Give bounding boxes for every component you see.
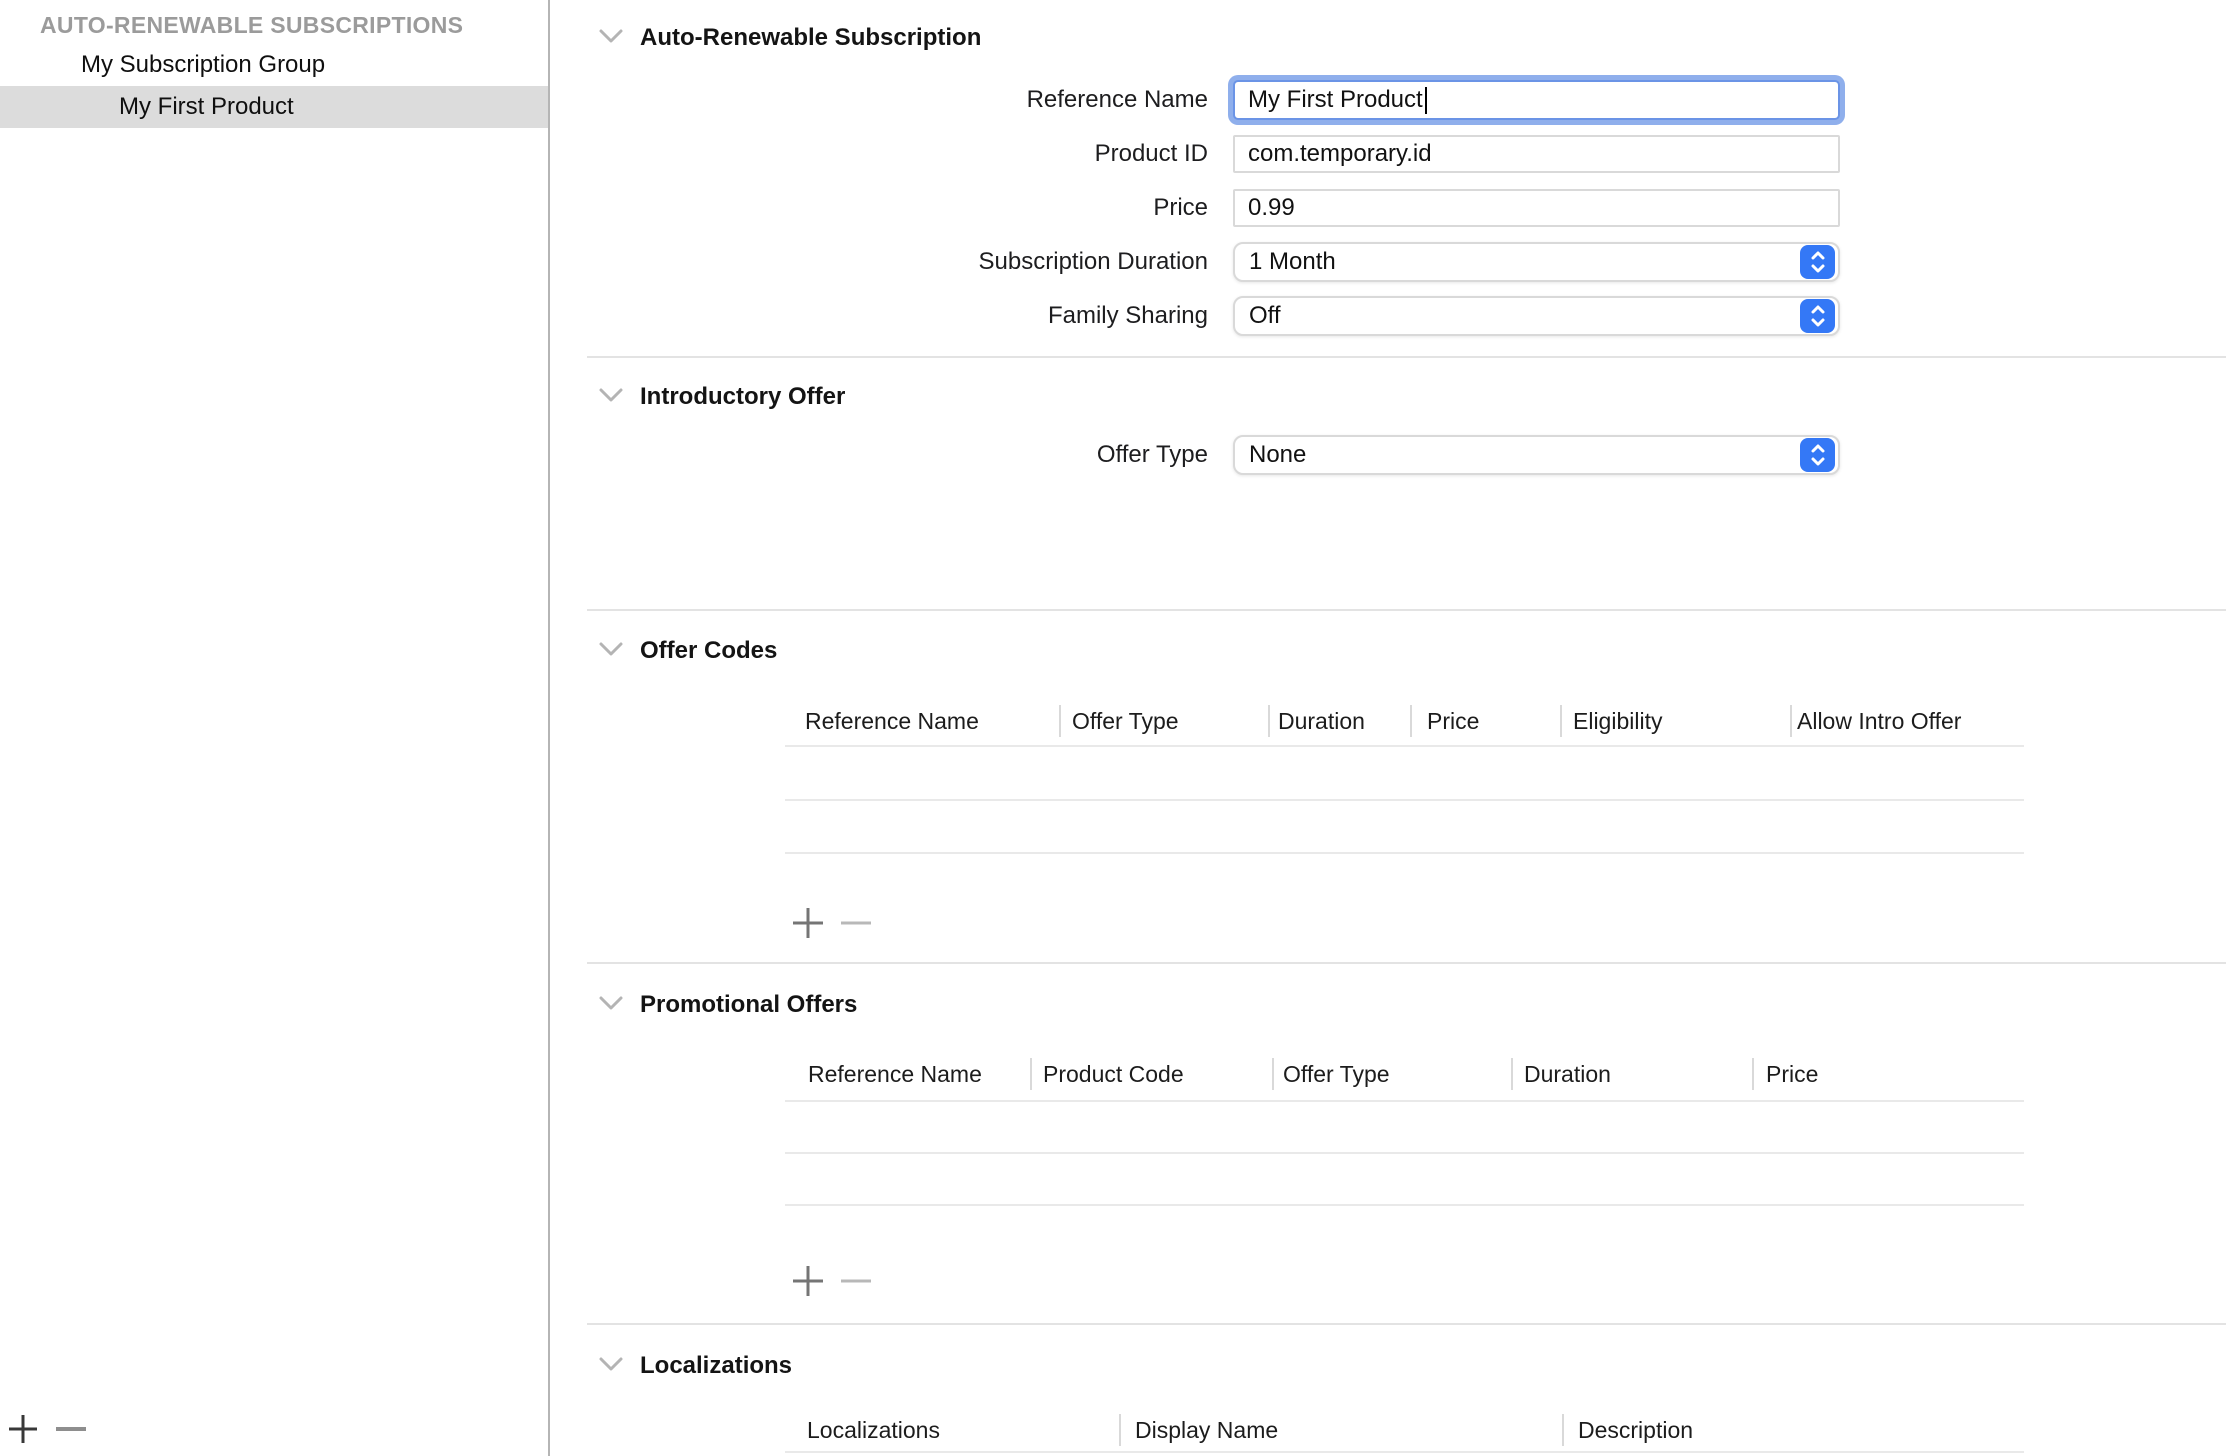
offer-type-label: Offer Type	[600, 435, 1208, 475]
add-offer-code-button[interactable]	[791, 908, 825, 942]
column-header[interactable]: Offer Type	[1283, 1056, 1390, 1092]
section-divider	[587, 1323, 2226, 1325]
column-header[interactable]: Offer Type	[1072, 703, 1179, 739]
section-title: Auto-Renewable Subscription	[640, 24, 981, 52]
remove-product-button[interactable]	[54, 1414, 88, 1448]
family-sharing-value: Off	[1249, 302, 1281, 330]
offer-type-popup[interactable]: None	[1233, 435, 1840, 475]
add-promotional-offer-button[interactable]	[791, 1266, 825, 1300]
disclosure-chevron-icon[interactable]	[598, 386, 624, 408]
popup-updown-chevrons-icon	[1800, 245, 1835, 279]
storekit-subscription-editor: { "sidebar": { "group_header": "AUTO-REN…	[0, 0, 2226, 1456]
column-header[interactable]: Reference Name	[808, 1056, 982, 1092]
text-cursor	[1425, 87, 1427, 114]
popup-updown-chevrons-icon	[1800, 438, 1835, 472]
plus-icon	[8, 1412, 38, 1451]
sidebar-item-label: My Subscription Group	[81, 51, 325, 79]
table-row[interactable]	[785, 747, 2024, 799]
column-separator	[1059, 705, 1061, 737]
section-header-introductory-offer: Introductory Offer	[598, 380, 845, 414]
sidebar-actions	[6, 1414, 88, 1448]
column-header[interactable]: Price	[1427, 703, 1479, 739]
offer-type-value: None	[1249, 441, 1306, 469]
sidebar-item-first-product[interactable]: My First Product	[0, 86, 548, 128]
section-header-localizations: Localizations	[598, 1349, 792, 1383]
section-title: Promotional Offers	[640, 991, 857, 1019]
table-row[interactable]	[785, 801, 2024, 853]
subscription-duration-label: Subscription Duration	[600, 242, 1208, 282]
section-title: Localizations	[640, 1352, 792, 1380]
disclosure-chevron-icon[interactable]	[598, 1355, 624, 1377]
column-separator	[1511, 1058, 1513, 1090]
section-header-promotional-offers: Promotional Offers	[598, 988, 857, 1022]
subscription-duration-value: 1 Month	[1249, 248, 1336, 276]
table-line	[785, 1204, 2024, 1206]
product-id-label: Product ID	[600, 135, 1208, 173]
column-header[interactable]: Eligibility	[1573, 703, 1662, 739]
price-value: 0.99	[1248, 194, 1295, 222]
reference-name-value: My First Product	[1248, 86, 1423, 114]
offer-codes-actions	[791, 908, 873, 942]
column-separator	[1119, 1414, 1121, 1446]
plus-icon	[791, 1263, 825, 1304]
reference-name-label: Reference Name	[600, 80, 1208, 120]
column-header[interactable]: Description	[1578, 1412, 1693, 1448]
minus-icon	[839, 905, 873, 946]
column-header[interactable]: Reference Name	[805, 703, 979, 739]
column-header[interactable]: Display Name	[1135, 1412, 1278, 1448]
column-header[interactable]: Allow Intro Offer	[1797, 703, 1961, 739]
section-title: Introductory Offer	[640, 383, 845, 411]
section-divider	[587, 962, 2226, 964]
product-id-value: com.temporary.id	[1248, 140, 1432, 168]
column-separator	[1790, 705, 1792, 737]
column-separator	[1268, 705, 1270, 737]
plus-icon	[791, 905, 825, 946]
table-line	[785, 852, 2024, 854]
family-sharing-popup[interactable]: Off	[1233, 296, 1840, 336]
sidebar-group-header: AUTO-RENEWABLE SUBSCRIPTIONS	[40, 12, 463, 39]
table-row[interactable]	[785, 1154, 2024, 1206]
column-separator	[1560, 705, 1562, 737]
column-separator	[1030, 1058, 1032, 1090]
section-header-subscription: Auto-Renewable Subscription	[598, 21, 981, 55]
minus-icon	[54, 1412, 88, 1451]
sidebar-item-label: My First Product	[119, 93, 294, 121]
disclosure-chevron-icon[interactable]	[598, 994, 624, 1016]
column-separator	[1272, 1058, 1274, 1090]
column-header[interactable]: Price	[1766, 1056, 1818, 1092]
section-divider	[587, 609, 2226, 611]
section-header-offer-codes: Offer Codes	[598, 634, 777, 668]
add-product-button[interactable]	[6, 1414, 40, 1448]
minus-icon	[839, 1263, 873, 1304]
column-header[interactable]: Product Code	[1043, 1056, 1184, 1092]
column-header[interactable]: Duration	[1278, 703, 1365, 739]
table-row[interactable]	[785, 1102, 2024, 1154]
column-separator	[1562, 1414, 1564, 1446]
section-title: Offer Codes	[640, 637, 777, 665]
promotional-offers-actions	[791, 1266, 873, 1300]
column-separator	[1752, 1058, 1754, 1090]
remove-offer-code-button[interactable]	[839, 908, 873, 942]
family-sharing-label: Family Sharing	[600, 296, 1208, 336]
disclosure-chevron-icon[interactable]	[598, 27, 624, 49]
sidebar-item-subscription-group[interactable]: My Subscription Group	[0, 44, 548, 86]
column-separator	[1410, 705, 1412, 737]
section-divider	[587, 356, 2226, 358]
remove-promotional-offer-button[interactable]	[839, 1266, 873, 1300]
price-input[interactable]: 0.99	[1233, 189, 1840, 227]
column-header[interactable]: Localizations	[807, 1412, 940, 1448]
column-header[interactable]: Duration	[1524, 1056, 1611, 1092]
sidebar: AUTO-RENEWABLE SUBSCRIPTIONS My Subscrip…	[0, 0, 550, 1456]
popup-updown-chevrons-icon	[1800, 299, 1835, 333]
reference-name-input[interactable]: My First Product	[1233, 80, 1840, 120]
product-id-input[interactable]: com.temporary.id	[1233, 135, 1840, 173]
subscription-duration-popup[interactable]: 1 Month	[1233, 242, 1840, 282]
table-line	[785, 1451, 2024, 1453]
price-label: Price	[600, 189, 1208, 227]
disclosure-chevron-icon[interactable]	[598, 640, 624, 662]
